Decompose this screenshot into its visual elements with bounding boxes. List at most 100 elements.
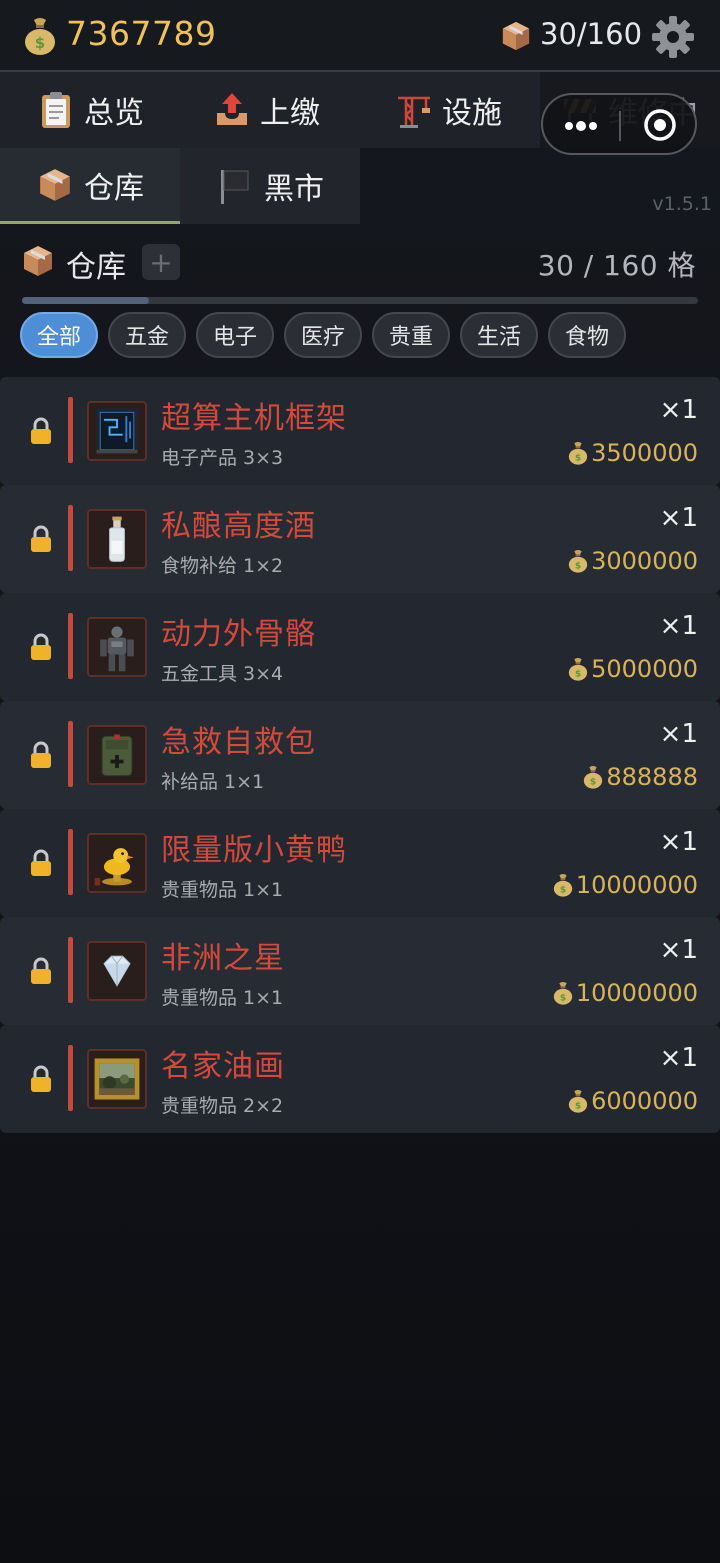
lock-icon[interactable] [30, 957, 52, 985]
tab-facilities[interactable]: 设施 [360, 72, 540, 148]
item-category-size: 贵重物品 2×2 [161, 1095, 284, 1117]
framed-painting-icon [94, 1058, 140, 1100]
lock-icon[interactable] [30, 633, 52, 661]
diamond-icon [103, 955, 131, 987]
item-quantity: ×1 [659, 935, 698, 965]
box-icon [22, 244, 54, 278]
capacity-progress-fill [22, 297, 149, 304]
sub-nav: 仓库 黑市 [0, 148, 720, 224]
storage-capacity: 30/160 [540, 17, 643, 51]
rarity-accent-bar [68, 505, 73, 571]
rarity-accent-bar [68, 613, 73, 679]
item-price: 10000000 [552, 871, 698, 899]
item-price-value: 3000000 [591, 547, 698, 575]
item-category-size: 五金工具 3×4 [161, 663, 284, 685]
warehouse-header: 仓库 + 30 / 160 格 [0, 236, 720, 292]
item-quantity: ×1 [659, 611, 698, 641]
more-menu-icon[interactable] [563, 112, 599, 140]
filter-chip[interactable]: 贵重 [372, 312, 450, 358]
list-item[interactable]: 非洲之星 贵重物品 1×1 ×1 10000000 [0, 917, 720, 1025]
item-quantity: ×1 [659, 1043, 698, 1073]
item-price: 10000000 [552, 979, 698, 1007]
item-category-size: 食物补给 1×2 [161, 555, 284, 577]
item-thumbnail [87, 617, 147, 677]
item-name: 非洲之星 [161, 941, 285, 976]
liquor-bottle-icon [109, 516, 125, 562]
box-icon [500, 20, 532, 52]
expand-capacity-button[interactable]: + [142, 244, 180, 280]
tab-warehouse[interactable]: 仓库 [0, 148, 180, 224]
item-price: 6000000 [567, 1087, 698, 1115]
money-bag-icon [567, 656, 589, 682]
list-item[interactable]: 急救自救包补给品 1×1 ×1 888888 [0, 701, 720, 809]
black-flag-icon [221, 170, 249, 204]
item-name: 限量版小黄鸭 [161, 833, 347, 868]
warehouse-title: 仓库 [66, 250, 126, 285]
item-price: 5000000 [567, 655, 698, 683]
item-name: 私酿高度酒 [161, 509, 316, 544]
filter-chip[interactable]: 电子 [196, 312, 274, 358]
item-price-value: 10000000 [575, 871, 698, 899]
list-item[interactable]: 超算主机框架 电子产品 3×3 ×1 3500000 [0, 377, 720, 485]
filter-chip[interactable]: 全部 [20, 312, 98, 358]
item-category-size: 贵重物品 1×1 [161, 879, 284, 901]
tab-facilities-label: 设施 [442, 96, 502, 131]
item-list: 超算主机框架 电子产品 3×3 ×1 3500000 私酿高度酒 食物补给 1×2 ×1 30… [0, 377, 720, 1133]
lock-icon[interactable] [30, 525, 52, 553]
capsule-separator [619, 111, 621, 141]
list-item[interactable]: 动力外骨骼 五金工具 3×4 ×1 5000000 [0, 593, 720, 701]
clipboard-icon [42, 92, 70, 128]
list-item[interactable]: 名家油画贵重物品 2×2 ×1 6000000 [0, 1025, 720, 1133]
close-mini-program-icon[interactable] [641, 106, 679, 144]
server-rack-icon [96, 408, 138, 454]
item-name: 急救自救包 [161, 725, 316, 760]
filter-chip[interactable]: 食物 [548, 312, 626, 358]
tab-black-market[interactable]: 黑市 [180, 148, 360, 224]
lock-icon[interactable] [30, 849, 52, 877]
item-category-size: 补给品 1×1 [161, 771, 265, 793]
crane-icon [398, 96, 430, 128]
capacity-progress-bar [22, 297, 698, 304]
item-price-value: 888888 [606, 763, 698, 791]
upload-tray-icon [217, 93, 247, 125]
item-thumbnail [87, 725, 147, 785]
tab-overview[interactable]: 总览 [0, 72, 180, 148]
item-quantity: ×1 [659, 395, 698, 425]
filter-chip[interactable]: 医疗 [284, 312, 362, 358]
golden-duck-icon [94, 848, 134, 886]
top-status-bar: 7367789 30/160 [0, 0, 720, 72]
item-category-size: 电子产品 3×3 [161, 447, 284, 469]
filter-chip[interactable]: 生活 [460, 312, 538, 358]
mini-program-capsule [541, 93, 697, 155]
money-bag-icon [582, 764, 604, 790]
rarity-accent-bar [68, 937, 73, 1003]
item-thumbnail [87, 941, 147, 1001]
lock-icon[interactable] [30, 417, 52, 445]
item-thumbnail [87, 401, 147, 461]
first-aid-pouch-icon [101, 734, 133, 776]
money-bag-icon [22, 16, 58, 56]
item-name: 名家油画 [161, 1049, 285, 1084]
item-thumbnail [87, 1049, 147, 1109]
list-item[interactable]: 私酿高度酒食物补给 1×2 ×1 3000000 [0, 485, 720, 593]
item-price: 3000000 [567, 547, 698, 575]
item-quantity: ×1 [659, 503, 698, 533]
item-thumbnail [87, 509, 147, 569]
item-price-value: 6000000 [591, 1087, 698, 1115]
list-item[interactable]: 限量版小黄鸭 贵重物品 1×1 ×1 10000000 [0, 809, 720, 917]
item-thumbnail [87, 833, 147, 893]
version-label: v1.5.1 [652, 193, 712, 215]
lock-icon[interactable] [30, 1065, 52, 1093]
lock-icon[interactable] [30, 741, 52, 769]
money-balance: 7367789 [66, 14, 217, 53]
filter-chip[interactable]: 五金 [108, 312, 186, 358]
item-price-value: 10000000 [575, 979, 698, 1007]
money-bag-icon [567, 548, 589, 574]
settings-gear-icon[interactable] [650, 14, 696, 60]
rarity-accent-bar [68, 721, 73, 787]
rarity-accent-bar [68, 829, 73, 895]
item-quantity: ×1 [659, 719, 698, 749]
tab-submit[interactable]: 上缴 [180, 72, 360, 148]
item-price-value: 5000000 [591, 655, 698, 683]
money-bag-icon [567, 1088, 589, 1114]
